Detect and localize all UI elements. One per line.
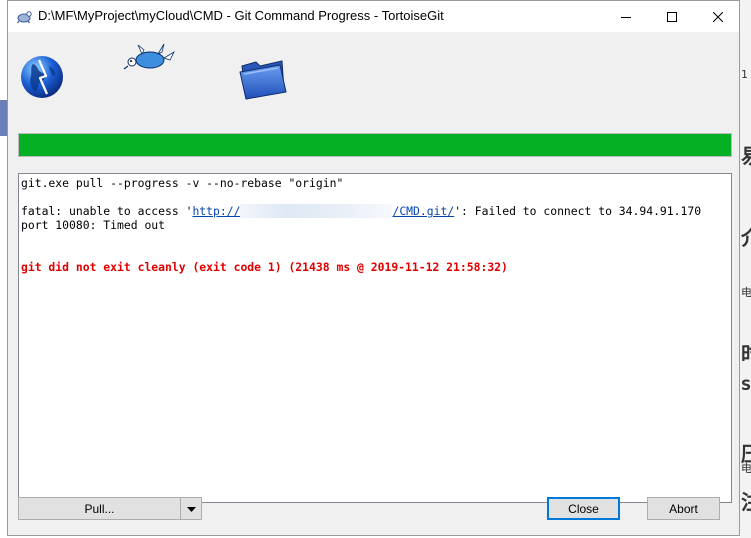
background-text: 电 [741, 286, 751, 299]
close-button[interactable]: Close [547, 497, 620, 520]
pull-button[interactable]: Pull... [18, 497, 181, 520]
close-button-label: Close [568, 501, 599, 516]
abort-button[interactable]: Abort [647, 497, 720, 520]
chevron-down-icon [186, 502, 196, 516]
log-blank-line [21, 190, 729, 204]
flying-tortoise-icon [122, 42, 176, 70]
pull-dropdown-button[interactable] [180, 497, 202, 520]
pull-split-button[interactable]: Pull... [18, 497, 202, 520]
background-text: 介 [741, 222, 751, 251]
abort-button-label: Abort [669, 501, 698, 516]
folder-icon [238, 56, 288, 100]
tortoisegit-icon [16, 8, 32, 24]
progress-bar-fill [19, 134, 731, 156]
git-progress-dialog: D:\MF\MyProject\myCloud\CMD - Git Comman… [7, 0, 740, 536]
minimize-icon [621, 7, 631, 26]
log-fatal-prefix: fatal: unable to access ' [21, 204, 193, 218]
background-text: 时 [741, 338, 751, 367]
background-text: S [741, 378, 751, 394]
background-text: 易 [741, 140, 751, 169]
background-text: 注 [741, 486, 751, 515]
redacted-url-segment [240, 204, 393, 221]
progress-bar [18, 133, 732, 157]
repo-url-link[interactable]: http:// /CMD.git/ [192, 204, 454, 218]
log-fatal-suffix: ': Failed to connect to 34.94.91.170 [454, 204, 702, 218]
repo-url-end: /CMD.git/ [392, 204, 455, 218]
pull-button-label: Pull... [84, 501, 115, 516]
minimize-button[interactable] [603, 1, 649, 32]
globe-icon [19, 54, 65, 100]
log-fatal-line: fatal: unable to access 'http:// /CMD.git… [21, 204, 729, 218]
log-blank-line [21, 232, 729, 246]
dialog-client-area: git.exe pull --progress -v --no-rebase "… [8, 32, 739, 535]
log-error-line: git did not exit cleanly (exit code 1) (… [21, 260, 508, 274]
close-window-button[interactable] [695, 1, 741, 32]
output-log[interactable]: git.exe pull --progress -v --no-rebase "… [18, 173, 732, 503]
close-icon [712, 7, 724, 26]
background-text: 1 [741, 68, 748, 81]
background-window-accent [0, 100, 7, 136]
title-bar[interactable]: D:\MF\MyProject\myCloud\CMD - Git Comman… [8, 1, 739, 32]
maximize-button[interactable] [649, 1, 695, 32]
repo-url-start: http:// [192, 204, 241, 218]
log-blank-line [21, 246, 729, 260]
maximize-icon [667, 7, 677, 26]
background-text: 电 [741, 462, 751, 475]
window-title: D:\MF\MyProject\myCloud\CMD - Git Comman… [38, 8, 444, 23]
log-command-line: git.exe pull --progress -v --no-rebase "… [21, 176, 344, 190]
